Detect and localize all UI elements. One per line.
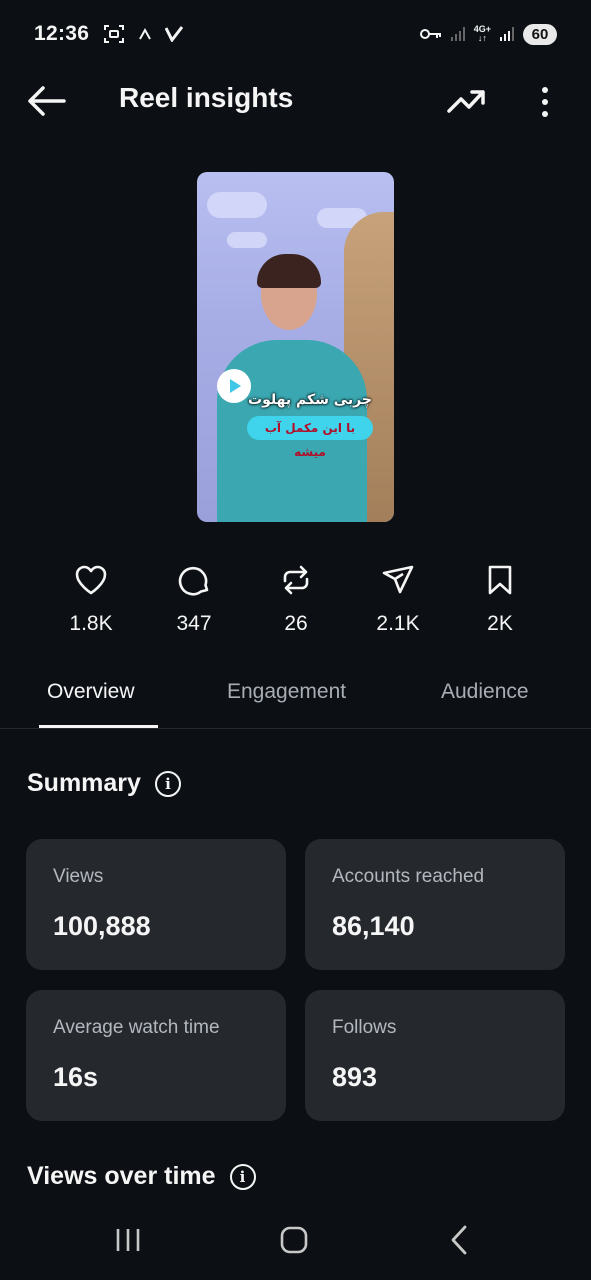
battery-indicator: 60 — [523, 23, 557, 45]
reel-thumbnail[interactable]: چربی شکم پهلوت با این مکمل آب میشه — [197, 172, 394, 522]
page-title: Reel insights — [119, 82, 294, 113]
signal-icon — [450, 27, 465, 41]
card-value: 86,140 — [332, 911, 415, 941]
status-right-icons: 4G+ ↓↑ 60 — [419, 23, 557, 45]
summary-card-average-watch-time[interactable]: Average watch time 16s — [26, 990, 286, 1121]
views-over-time-title: Views over time — [27, 1162, 216, 1190]
thumbnail-caption-highlight: با این مکمل آب میشه — [247, 416, 373, 459]
trending-up-icon[interactable] — [446, 85, 486, 117]
back-arrow-icon[interactable] — [26, 84, 66, 118]
stat-saves[interactable]: 2K — [455, 560, 545, 636]
stat-value: 26 — [284, 612, 308, 635]
back-icon[interactable] — [448, 1224, 472, 1256]
status-left-icons — [103, 24, 184, 44]
thumbnail-background — [227, 232, 267, 248]
repost-icon — [283, 565, 309, 595]
signal-icon — [500, 27, 514, 41]
stat-value: 347 — [176, 612, 212, 635]
stat-value: 2.1K — [376, 612, 420, 635]
comment-icon — [178, 566, 209, 596]
card-value: 100,888 — [53, 911, 151, 941]
card-label: Follows — [332, 1017, 397, 1038]
summary-card-views[interactable]: Views 100,888 — [26, 839, 286, 970]
network-type-indicator: 4G+ ↓↑ — [473, 24, 491, 43]
arrow-up-icon — [139, 27, 152, 40]
card-label: Views — [53, 866, 104, 887]
info-icon[interactable]: i — [154, 770, 181, 797]
header: Reel insights — [0, 68, 591, 134]
card-label: Average watch time — [53, 1017, 220, 1038]
stat-shares[interactable]: 2.1K — [353, 560, 443, 636]
summary-card-follows[interactable]: Follows 893 — [305, 990, 565, 1121]
more-options-icon[interactable] — [530, 85, 560, 119]
summary-section-header: Summary i — [27, 769, 181, 798]
system-navigation-bar — [0, 1204, 591, 1280]
stat-reposts[interactable]: 26 — [251, 560, 341, 636]
stat-value: 2K — [487, 612, 513, 635]
tab-overview[interactable]: Overview — [47, 680, 135, 704]
tab-engagement[interactable]: Engagement — [227, 680, 346, 704]
thumbnail-caption: چربی شکم پهلوت — [248, 392, 372, 408]
share-icon — [382, 565, 414, 594]
screenshot-icon — [104, 25, 125, 43]
thumbnail-person — [257, 254, 321, 288]
stat-value: 1.8K — [69, 612, 113, 635]
recent-apps-icon[interactable] — [114, 1224, 142, 1256]
card-label: Accounts reached — [332, 866, 485, 887]
heart-icon — [75, 565, 107, 595]
summary-title: Summary — [27, 769, 141, 797]
vpn-key-icon — [419, 29, 441, 39]
card-value: 893 — [332, 1062, 378, 1092]
active-tab-indicator — [39, 725, 158, 728]
home-icon[interactable] — [279, 1224, 309, 1256]
status-time: 12:36 — [34, 22, 90, 45]
insights-tabs: Overview Engagement Audience — [0, 660, 591, 729]
thumbnail-background — [207, 192, 267, 218]
engagement-stats: 1.8K 347 26 2.1K 2K — [0, 560, 591, 650]
card-value: 16s — [53, 1062, 99, 1092]
status-bar: 12:36 4G+ ↓↑ 60 — [0, 0, 591, 68]
bookmark-icon — [488, 565, 512, 595]
stat-comments[interactable]: 347 — [149, 560, 239, 636]
info-icon[interactable]: i — [229, 1163, 256, 1190]
app-v-icon — [165, 26, 184, 42]
stat-likes[interactable]: 1.8K — [46, 560, 136, 636]
views-over-time-header: Views over time i — [27, 1162, 256, 1191]
summary-card-accounts-reached[interactable]: Accounts reached 86,140 — [305, 839, 565, 970]
tab-audience[interactable]: Audience — [441, 680, 529, 704]
